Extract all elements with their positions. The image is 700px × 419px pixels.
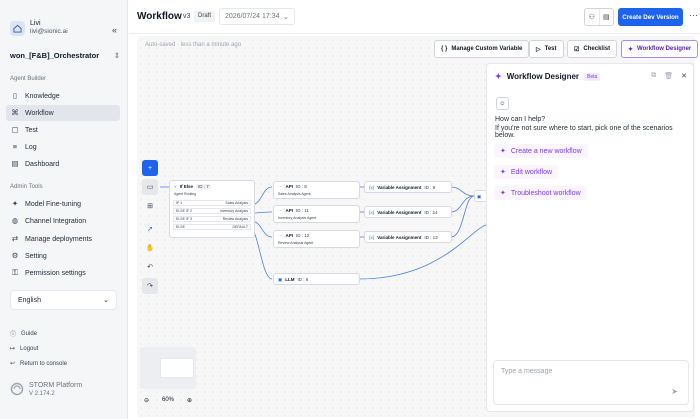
condition-value: Inventory Analysis bbox=[219, 209, 248, 213]
llm-icon: ▣ bbox=[477, 194, 482, 199]
variable-icon: {x} bbox=[369, 210, 375, 215]
variable-assignment-node[interactable]: {x} Variable Assignment ID : 13 bbox=[364, 231, 452, 243]
api-node[interactable]: ⋯ API ID : 11 Inventory Analysis Agent bbox=[273, 205, 360, 223]
node-subtitle: Review Analysis Agent bbox=[278, 241, 314, 245]
edge bbox=[450, 186, 475, 197]
node-id: ID : 13 bbox=[424, 235, 438, 240]
condition-value: Sales Analysis bbox=[225, 201, 248, 205]
node-subtitle: Inventory Analysis Agent bbox=[278, 216, 317, 220]
condition-label: IF 1 bbox=[176, 201, 183, 205]
node-id: ID : 11 bbox=[296, 208, 309, 213]
ifelse-node[interactable]: ⑂ If Else ID : 7 Agent Routing IF 1 Sales… bbox=[169, 180, 255, 238]
node-subtitle: Agent Routing bbox=[174, 192, 197, 196]
branch-icon: ⑂ bbox=[174, 184, 177, 189]
scenario-troubleshoot-button[interactable]: ✦ Troubleshoot workflow bbox=[494, 186, 587, 200]
llm-icon: ▣ bbox=[278, 277, 283, 282]
panel-header: ✦ Workflow Designer Beta bbox=[495, 72, 601, 81]
node-id: ID : 8 bbox=[296, 184, 307, 189]
condition-value: Review Analysis bbox=[222, 217, 248, 221]
message-input[interactable]: Type a message ➤ bbox=[493, 360, 689, 405]
variable-icon: {x} bbox=[369, 235, 375, 240]
condition-label: ELSE IF 3 bbox=[176, 217, 192, 221]
node-title: API bbox=[285, 233, 294, 238]
workflow-designer-panel: ✦ Workflow Designer Beta ⧉ 🗑 ✕ ☺ How can… bbox=[486, 63, 694, 412]
close-icon[interactable]: ✕ bbox=[681, 72, 687, 80]
node-title: Variable Assignment bbox=[377, 210, 422, 215]
copy-icon[interactable]: ⧉ bbox=[651, 72, 656, 80]
trash-icon[interactable]: 🗑 bbox=[664, 72, 673, 80]
zoom-level: 60% bbox=[161, 397, 174, 403]
condition-row[interactable]: IF 1 Sales Analysis bbox=[173, 200, 251, 206]
zoom-in-icon[interactable]: ⊕ bbox=[187, 397, 192, 404]
bot-icon: ☺ bbox=[496, 97, 509, 110]
node-title: API bbox=[285, 184, 294, 189]
llm-node[interactable]: ▣ LLM ID : 6 bbox=[273, 273, 360, 285]
api-node[interactable]: ⋯ API ID : 8 Sales Analysis Agent bbox=[273, 181, 360, 199]
variable-icon: {x} bbox=[369, 185, 375, 190]
wand-icon: ✦ bbox=[500, 148, 506, 155]
wand-icon: ✦ bbox=[495, 72, 502, 81]
api-icon: ⋯ bbox=[278, 233, 283, 238]
condition-row[interactable]: ELSE IF 2 Inventory Analysis bbox=[173, 208, 251, 214]
node-id: ID : 9 bbox=[424, 185, 436, 190]
panel-actions: ⧉ 🗑 ✕ bbox=[651, 72, 687, 80]
api-node[interactable]: ⋯ API ID : 12 Review Analysis Agent bbox=[273, 230, 360, 248]
scenario-create-button[interactable]: ✦ Create a new workflow bbox=[494, 144, 588, 158]
node-id: ID : 14 bbox=[424, 210, 438, 215]
condition-label: ELSE bbox=[176, 225, 185, 229]
send-icon[interactable]: ➤ bbox=[671, 387, 678, 396]
panel-title: Workflow Designer bbox=[506, 72, 580, 81]
condition-label: ELSE IF 2 bbox=[176, 209, 192, 213]
scenario-edit-button[interactable]: ✦ Edit workflow bbox=[494, 165, 559, 179]
node-title: LLM bbox=[285, 277, 295, 282]
node-id: ID : 6 bbox=[297, 277, 309, 282]
help-heading: How can I help? bbox=[495, 116, 546, 123]
node-subtitle: Sales Analysis Agent bbox=[278, 192, 311, 196]
edge bbox=[450, 195, 475, 238]
variable-assignment-node[interactable]: {x} Variable Assignment ID : 14 bbox=[364, 206, 452, 218]
api-icon: ⋯ bbox=[278, 184, 283, 189]
node-title: If Else bbox=[179, 184, 193, 189]
node-id: ID : 12 bbox=[296, 233, 310, 238]
node-title: Variable Assignment bbox=[377, 185, 422, 190]
api-icon: ⋯ bbox=[278, 208, 283, 213]
node-id: ID : 7 bbox=[195, 184, 211, 189]
minimap-viewport[interactable] bbox=[160, 358, 194, 378]
wand-icon: ✦ bbox=[500, 190, 506, 197]
scenario-label: Edit workflow bbox=[510, 168, 553, 176]
zoom-out-icon[interactable]: ⊖ bbox=[144, 397, 149, 404]
scenario-label: Create a new workflow bbox=[510, 147, 582, 155]
condition-value: DEFAULT bbox=[232, 225, 249, 229]
message-placeholder: Type a message bbox=[501, 368, 553, 375]
scenario-label: Troubleshoot workflow bbox=[510, 189, 581, 197]
node-title: Variable Assignment bbox=[377, 235, 422, 240]
beta-badge: Beta bbox=[584, 72, 601, 81]
zoom-controls: ⊖ 60% ⊕ bbox=[140, 392, 196, 408]
condition-row[interactable]: ELSE DEFAULT bbox=[173, 224, 251, 230]
node-title: API bbox=[285, 208, 294, 213]
condition-row[interactable]: ELSE IF 3 Review Analysis bbox=[173, 216, 251, 222]
help-text: If you're not sure where to start, pick … bbox=[495, 125, 673, 139]
wand-icon: ✦ bbox=[500, 169, 506, 176]
variable-assignment-node[interactable]: {x} Variable Assignment ID : 9 bbox=[364, 181, 452, 193]
